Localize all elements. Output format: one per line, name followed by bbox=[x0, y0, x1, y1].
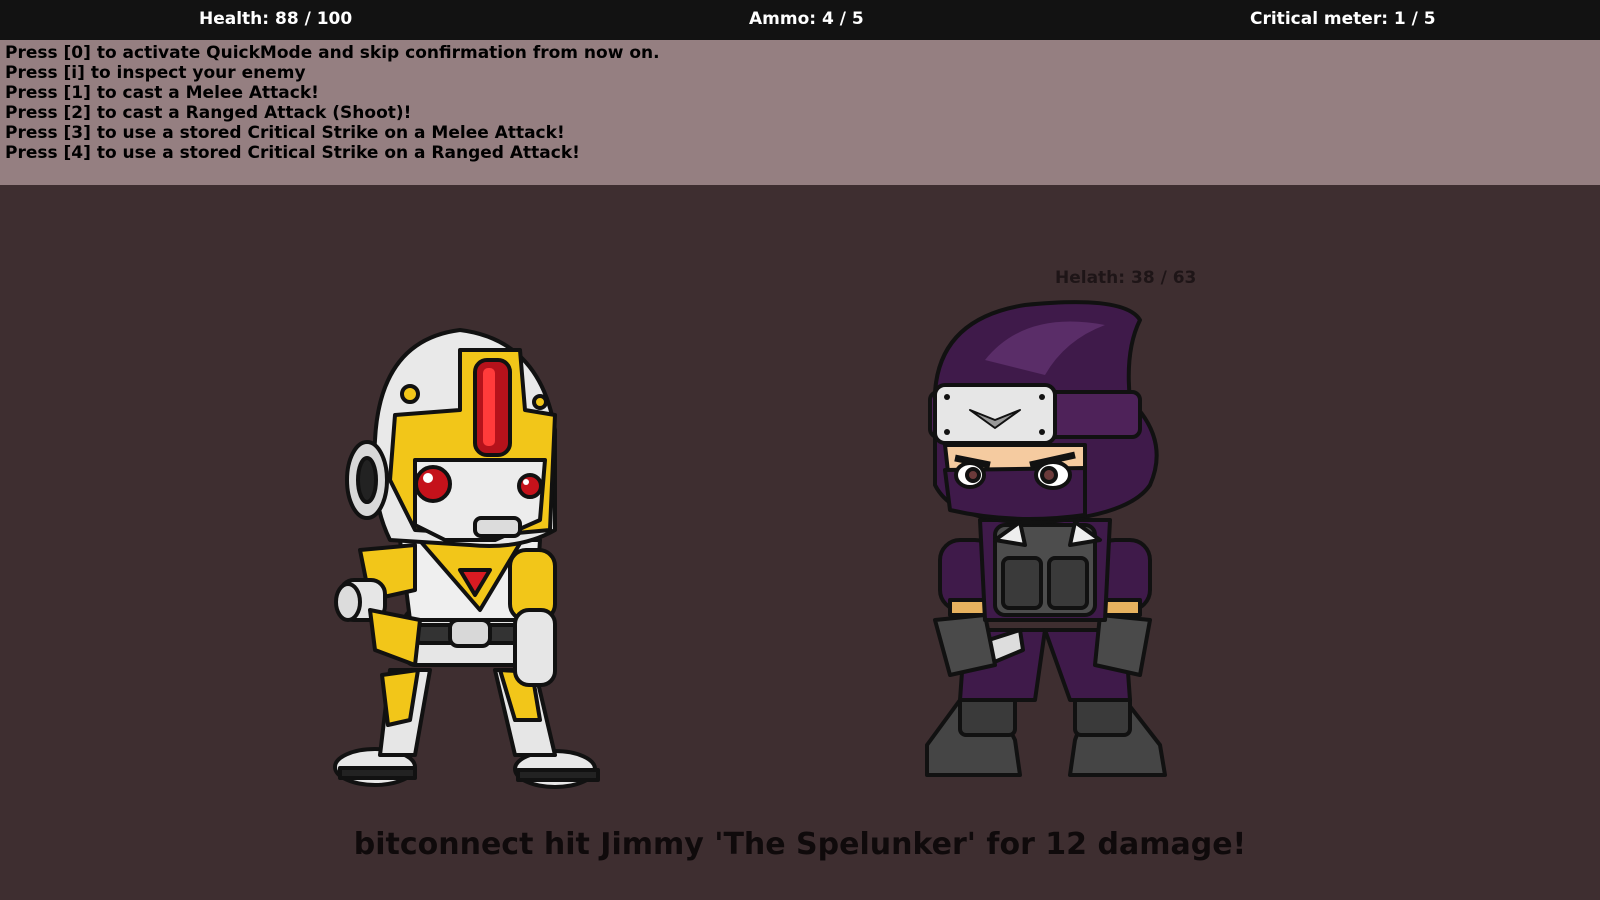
instructions-panel: Press [0] to activate QuickMode and skip… bbox=[0, 40, 1600, 185]
hud-top-bar: Health: 88 / 100 Ammo: 4 / 5 Critical me… bbox=[0, 0, 1600, 41]
instruction-inspect: Press [i] to inspect your enemy bbox=[5, 63, 306, 83]
instruction-crit-ranged: Press [4] to use a stored Critical Strik… bbox=[5, 143, 580, 163]
instruction-melee: Press [1] to cast a Melee Attack! bbox=[5, 83, 319, 103]
enemy-health-text: Helath: 38 / 63 bbox=[1055, 268, 1197, 288]
player-robot-sprite bbox=[333, 328, 600, 789]
instruction-ranged: Press [2] to cast a Ranged Attack (Shoot… bbox=[5, 103, 412, 123]
ammo-text: Ammo: 4 / 5 bbox=[749, 9, 864, 29]
instruction-quickmode: Press [0] to activate QuickMode and skip… bbox=[5, 43, 660, 63]
critical-meter-text: Critical meter: 1 / 5 bbox=[1250, 9, 1436, 29]
instruction-crit-melee: Press [3] to use a stored Critical Strik… bbox=[5, 123, 565, 143]
battle-log-message: bitconnect hit Jimmy 'The Spelunker' for… bbox=[353, 827, 1247, 862]
player-health-text: Health: 88 / 100 bbox=[199, 9, 353, 29]
enemy-ninja-sprite bbox=[925, 300, 1167, 777]
